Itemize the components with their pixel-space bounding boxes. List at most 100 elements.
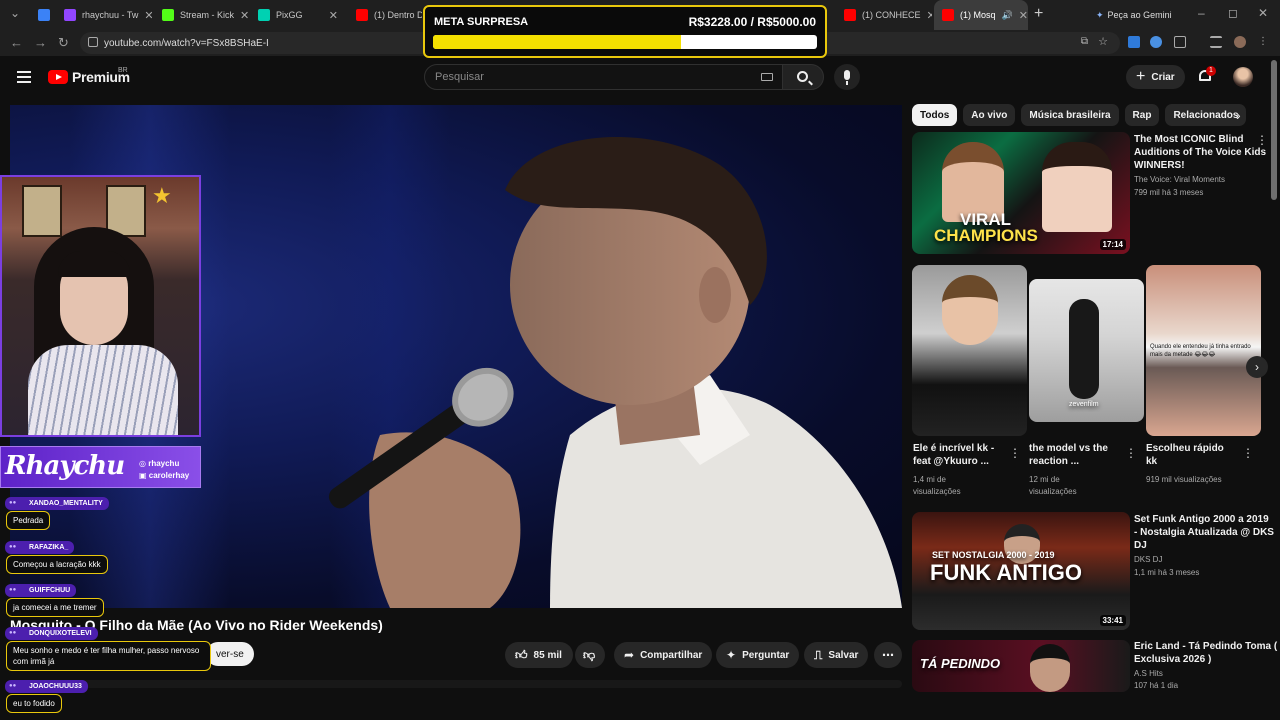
profile-avatar-icon[interactable] — [1234, 36, 1246, 48]
close-tab-icon[interactable]: ✕ — [329, 9, 338, 22]
keyboard-icon[interactable] — [761, 73, 773, 81]
close-tab-icon[interactable]: ✕ — [144, 9, 152, 22]
back-icon[interactable]: ← — [10, 35, 23, 50]
short-caption: Quando ele entendeu já tinha entrado mai… — [1150, 344, 1251, 358]
ask-button[interactable]: ✦ Perguntar — [716, 642, 800, 668]
create-button[interactable]: + Criar — [1126, 65, 1185, 89]
close-tab-icon[interactable]: ✕ — [927, 9, 932, 22]
chat-username: XANDAO_MENTALITY — [5, 497, 109, 510]
channel-name[interactable]: DKS DJ — [1134, 554, 1162, 566]
download-icon[interactable] — [1128, 36, 1140, 48]
install-app-icon[interactable]: ⧉ — [1081, 36, 1088, 47]
streamer-brand-bar: Rhaychu ◎ rhaychu ▣ carolerhay — [0, 446, 201, 488]
youtube-header: Premium BR Pesquisar + Criar 1 — [0, 56, 1270, 100]
chip-musica-brasileira[interactable]: Música brasileira — [1021, 104, 1119, 126]
video-thumbnail[interactable]: VIRAL CHAMPIONS 17:14 — [912, 132, 1130, 254]
chevron-right-icon[interactable]: › — [1236, 107, 1241, 123]
tab-kick[interactable]: Stream - Kick ✕ — [154, 0, 248, 30]
tab-label: (1) CONHECE — [862, 10, 921, 20]
search-button[interactable] — [782, 64, 824, 90]
thumbnail-text: TÁ PEDINDO — [920, 656, 1001, 671]
forward-icon[interactable]: → — [34, 35, 47, 50]
save-button[interactable]: ⎍ Salvar — [804, 642, 869, 668]
thumbnail-text: CHAMPIONS — [934, 226, 1038, 245]
like-count: 85 mil — [533, 649, 562, 661]
audio-playing-icon[interactable]: 🔊 — [1002, 10, 1013, 21]
maximize-icon[interactable]: ◻ — [1228, 6, 1238, 20]
close-window-icon[interactable]: ✕ — [1258, 6, 1268, 20]
minimize-icon[interactable]: – — [1198, 6, 1205, 20]
extension-icon[interactable] — [1150, 36, 1162, 48]
tab-youtube-2[interactable]: (1) CONHECE ✕ — [836, 0, 932, 30]
short-thumbnail[interactable] — [912, 265, 1027, 436]
short-title[interactable]: Ele é incrível kk - feat @Ykuuro ... — [913, 442, 994, 468]
short-views: 1,4 mi de visualizações — [913, 475, 961, 496]
new-tab-icon[interactable]: + — [1034, 5, 1043, 23]
tab-youtube-active[interactable]: (1) Mosq 🔊 ✕ — [934, 0, 1028, 30]
description-box[interactable] — [70, 680, 902, 688]
kick-icon — [162, 9, 174, 21]
chip-rap[interactable]: Rap — [1124, 104, 1160, 126]
thumbnail-text: FUNK ANTIGO — [930, 560, 1082, 585]
tab-search-icon[interactable]: ⌄ — [10, 6, 20, 20]
like-button[interactable]: 👍︎ 85 mil — [505, 642, 573, 668]
account-avatar[interactable] — [1233, 67, 1253, 87]
tab-youtube-1[interactable]: (1) Dentro Da — [348, 0, 422, 30]
chat-text: eu to fodido — [6, 694, 62, 713]
more-vertical-icon[interactable]: ⋮ — [1256, 133, 1268, 147]
thumbs-up-icon: 👍︎ — [515, 647, 528, 662]
voice-search-icon[interactable] — [834, 64, 860, 90]
short-title[interactable]: Escolheu rápido kk — [1146, 442, 1224, 468]
video-thumbnail[interactable]: TÁ PEDINDO — [912, 640, 1130, 692]
gemini-button[interactable]: ✦ Peça ao Gemini — [1090, 6, 1178, 24]
channel-name[interactable]: The Voice: Viral Moments — [1134, 174, 1225, 186]
channel-name[interactable]: A.S Hits — [1134, 668, 1163, 680]
more-vertical-icon[interactable]: ⋮ — [1125, 446, 1137, 460]
more-horizontal-icon: ⋯ — [882, 648, 894, 662]
star-decoration-icon: ★ — [152, 183, 172, 208]
reload-icon[interactable]: ↻ — [58, 35, 69, 51]
instagram-handle: ◎ rhaychu — [139, 459, 180, 468]
gemini-label: Peça ao Gemini — [1107, 10, 1172, 20]
share-button[interactable]: ➦ Compartilhar — [614, 642, 713, 668]
notification-badge: 1 — [1206, 66, 1216, 76]
pinned-tab[interactable] — [30, 0, 54, 30]
bookmark-star-icon[interactable]: ☆ — [1098, 35, 1108, 48]
dislike-button[interactable]: 👎︎ — [575, 642, 605, 668]
pixgg-icon — [258, 9, 270, 21]
short-thumbnail[interactable]: Quando ele entendeu já tinha entrado mai… — [1146, 265, 1261, 436]
subscribe-label: ver-se — [216, 648, 244, 660]
extensions-puzzle-icon[interactable] — [1174, 36, 1186, 48]
more-vertical-icon[interactable]: ⋮ — [1242, 446, 1254, 460]
subscribe-button[interactable]: ver-se — [206, 642, 254, 666]
notifications-bell-icon[interactable]: 1 — [1198, 66, 1216, 83]
youtube-premium-logo[interactable]: Premium BR — [48, 67, 130, 85]
youtube-icon — [942, 9, 954, 21]
tab-twitch[interactable]: rhaychuu - Tw ✕ — [56, 0, 152, 30]
bookmark-icon: ⎍ — [814, 647, 823, 662]
recommendation-title[interactable]: The Most ICONIC Blind Auditions of The Vo… — [1134, 133, 1266, 172]
menu-icon[interactable] — [17, 71, 31, 83]
recommendation-title[interactable]: Eric Land - Tá Pedindo Toma (Exclusiva 2… — [1134, 640, 1277, 666]
search-input[interactable]: Pesquisar — [424, 64, 786, 90]
chip-ao-vivo[interactable]: Ao vivo — [963, 104, 1016, 126]
chip-relacionados[interactable]: Relacionados — [1165, 104, 1247, 126]
browser-menu-icon[interactable]: ⋮ — [1258, 36, 1270, 48]
chip-todos[interactable]: Todos — [912, 104, 958, 126]
short-title[interactable]: the model vs the reaction ... — [1029, 442, 1108, 468]
video-thumbnail[interactable]: SET NOSTALGIA 2000 - 2019 FUNK ANTIGO 33… — [912, 512, 1130, 630]
reading-list-icon[interactable] — [1210, 36, 1222, 48]
page-scrollbar[interactable] — [1271, 60, 1277, 200]
close-tab-icon[interactable]: ✕ — [240, 9, 248, 22]
chat-username: GUIFFCHUU — [5, 584, 77, 597]
tab-label: rhaychuu - Tw — [82, 10, 139, 20]
more-vertical-icon[interactable]: ⋮ — [1009, 446, 1021, 460]
recommendation-title[interactable]: Set Funk Antigo 2000 a 2019- Nostalgia A… — [1134, 513, 1274, 552]
shorts-next-icon[interactable]: › — [1246, 356, 1268, 378]
site-info-icon[interactable] — [88, 37, 98, 47]
tab-pixgg[interactable]: PixGG ✕ — [250, 0, 346, 30]
close-tab-icon[interactable]: ✕ — [1019, 9, 1028, 22]
short-thumbnail[interactable]: zevenfilm — [1029, 279, 1144, 422]
more-actions-button[interactable]: ⋯ — [874, 642, 902, 668]
filter-chips: Todos Ao vivo Música brasileira Rap Rela… — [912, 104, 1247, 126]
